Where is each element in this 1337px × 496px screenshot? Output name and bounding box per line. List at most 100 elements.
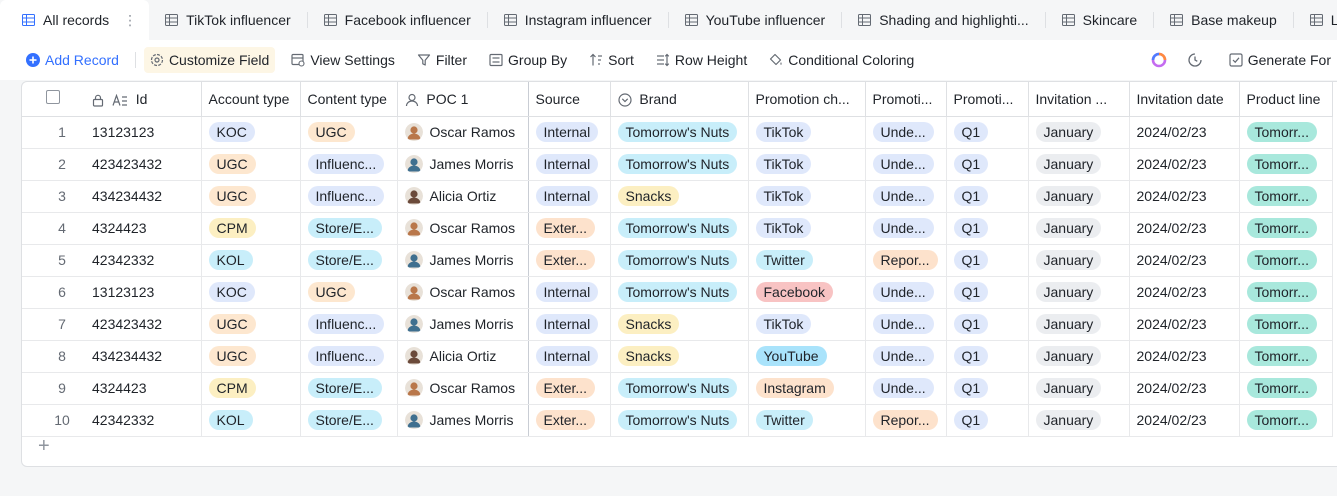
id-cell[interactable]: 423423432 [85, 148, 202, 181]
add-record-button[interactable]: Add Record [26, 47, 125, 73]
promotion-quarter-cell[interactable]: Q1 [946, 116, 1029, 149]
promotion-channel-cell[interactable]: TikTok [748, 116, 866, 149]
promotion-quarter-cell[interactable]: Q1 [946, 180, 1029, 213]
table-row[interactable]: 2 423423432 UGC Influenc... James Morris Inte… [22, 148, 1333, 181]
promotion-status-cell[interactable]: Unde... [865, 276, 947, 309]
source-cell[interactable]: Internal [528, 180, 611, 213]
group-by-button[interactable]: Group By [483, 47, 573, 73]
table-row[interactable]: 4 4324423 CPM Store/E... Oscar Ramos Exter...… [22, 212, 1333, 245]
promotion-channel-cell[interactable]: YouTube [748, 340, 866, 373]
tab-base-makeup[interactable]: Base makeup [1154, 0, 1293, 40]
brand-cell[interactable]: Tomorrow's Nuts [610, 116, 749, 149]
invitation-date-cell[interactable]: 2024/02/23 [1129, 116, 1240, 149]
customize-field-button[interactable]: Customize Field [143, 47, 276, 73]
table-row[interactable]: 9 4324423 CPM Store/E... Oscar Ramos Exter...… [22, 372, 1333, 405]
content-type-cell[interactable]: Store/E... [300, 212, 398, 245]
poc-cell[interactable]: Oscar Ramos [397, 116, 529, 149]
more-options-icon[interactable]: ⋮ [123, 12, 137, 29]
tab-all-records[interactable]: All records ⋮ [0, 0, 150, 40]
content-type-cell[interactable]: Store/E... [300, 404, 398, 437]
account-type-cell[interactable]: KOC [201, 116, 301, 149]
product-line-cell[interactable]: Tomorr... [1239, 404, 1333, 437]
promotion-quarter-cell[interactable]: Q1 [946, 148, 1029, 181]
product-line-cell[interactable]: Tomorr... [1239, 276, 1333, 309]
account-type-cell[interactable]: UGC [201, 340, 301, 373]
invitation-date-cell[interactable]: 2024/02/23 [1129, 404, 1240, 437]
generate-form-button[interactable]: Generate For [1223, 47, 1337, 73]
invitation-month-cell[interactable]: January [1028, 180, 1130, 213]
promotion-channel-cell[interactable]: Twitter [748, 404, 866, 437]
promotion-quarter-cell[interactable]: Q1 [946, 244, 1029, 277]
promotion-status-cell[interactable]: Unde... [865, 180, 947, 213]
brand-cell[interactable]: Snacks [610, 180, 749, 213]
content-type-cell[interactable]: UGC [300, 276, 398, 309]
id-cell[interactable]: 4324423 [85, 372, 202, 405]
source-cell[interactable]: Exter... [528, 212, 611, 245]
promotion-status-cell[interactable]: Unde... [865, 116, 947, 149]
poc-cell[interactable]: Oscar Ramos [397, 276, 529, 309]
invitation-date-cell[interactable]: 2024/02/23 [1129, 212, 1240, 245]
content-type-cell[interactable]: UGC [300, 116, 398, 149]
table-row[interactable]: 1 13123123 KOC UGC Oscar Ramos Internal Tomorr… [22, 116, 1333, 149]
column-header-product-line[interactable]: Product line [1239, 82, 1333, 117]
promotion-status-cell[interactable]: Unde... [865, 372, 947, 405]
invitation-month-cell[interactable]: January [1028, 404, 1130, 437]
content-type-cell[interactable]: Influenc... [300, 340, 398, 373]
invitation-month-cell[interactable]: January [1028, 148, 1130, 181]
promotion-status-cell[interactable]: Unde... [865, 212, 947, 245]
promotion-quarter-cell[interactable]: Q1 [946, 276, 1029, 309]
tab-shading-highlighting[interactable]: Shading and highlighti... [842, 0, 1044, 40]
promotion-status-cell[interactable]: Unde... [865, 308, 947, 341]
id-cell[interactable]: 4324423 [85, 212, 202, 245]
content-type-cell[interactable]: Store/E... [300, 372, 398, 405]
invitation-month-cell[interactable]: January [1028, 340, 1130, 373]
poc-cell[interactable]: James Morris [397, 404, 529, 437]
poc-cell[interactable]: James Morris [397, 148, 529, 181]
table-row[interactable]: 7 423423432 UGC Influenc... James Morris Inte… [22, 308, 1333, 341]
column-header-promotion-status[interactable]: Promoti... [865, 82, 947, 117]
column-header-poc-1[interactable]: POC 1 [397, 82, 529, 117]
account-type-cell[interactable]: UGC [201, 148, 301, 181]
id-cell[interactable]: 423423432 [85, 308, 202, 341]
promotion-quarter-cell[interactable]: Q1 [946, 404, 1029, 437]
account-type-cell[interactable]: CPM [201, 212, 301, 245]
product-line-cell[interactable]: Tomorr... [1239, 148, 1333, 181]
table-row[interactable]: 10 42342332 KOL Store/E... James Morris Exter… [22, 404, 1333, 437]
column-header-source[interactable]: Source [528, 82, 611, 117]
table-row[interactable]: 5 42342332 KOL Store/E... James Morris Exter.… [22, 244, 1333, 277]
product-line-cell[interactable]: Tomorr... [1239, 180, 1333, 213]
account-type-cell[interactable]: KOC [201, 276, 301, 309]
product-line-cell[interactable]: Tomorr... [1239, 244, 1333, 277]
id-cell[interactable]: 42342332 [85, 404, 202, 437]
source-cell[interactable]: Internal [528, 148, 611, 181]
brand-cell[interactable]: Snacks [610, 340, 749, 373]
id-cell[interactable]: 434234432 [85, 340, 202, 373]
promotion-status-cell[interactable]: Unde... [865, 340, 947, 373]
column-header-invitation-month[interactable]: Invitation ... [1028, 82, 1130, 117]
source-cell[interactable]: Exter... [528, 404, 611, 437]
table-row[interactable]: 3 434234432 UGC Influenc... Alicia Ortiz Inte… [22, 180, 1333, 213]
promotion-quarter-cell[interactable]: Q1 [946, 308, 1029, 341]
brand-cell[interactable]: Tomorrow's Nuts [610, 244, 749, 277]
tab-skincare[interactable]: Skincare [1046, 0, 1153, 40]
product-line-cell[interactable]: Tomorr... [1239, 308, 1333, 341]
source-cell[interactable]: Internal [528, 116, 611, 149]
brand-cell[interactable]: Tomorrow's Nuts [610, 148, 749, 181]
account-type-cell[interactable]: CPM [201, 372, 301, 405]
table-row[interactable]: 6 13123123 KOC UGC Oscar Ramos Internal Tomorr… [22, 276, 1333, 309]
content-type-cell[interactable]: Store/E... [300, 244, 398, 277]
poc-cell[interactable]: Alicia Ortiz [397, 180, 529, 213]
promotion-status-cell[interactable]: Unde... [865, 148, 947, 181]
column-header-invitation-date[interactable]: Invitation date [1129, 82, 1240, 117]
column-header-id[interactable]: Id [85, 82, 202, 117]
id-cell[interactable]: 13123123 [85, 276, 202, 309]
content-type-cell[interactable]: Influenc... [300, 148, 398, 181]
invitation-month-cell[interactable]: January [1028, 116, 1130, 149]
invitation-date-cell[interactable]: 2024/02/23 [1129, 276, 1240, 309]
view-settings-button[interactable]: View Settings [285, 47, 401, 73]
promotion-channel-cell[interactable]: Facebook [748, 276, 866, 309]
promotion-quarter-cell[interactable]: Q1 [946, 212, 1029, 245]
select-all-checkbox[interactable] [46, 90, 60, 105]
account-type-cell[interactable]: KOL [201, 244, 301, 277]
ai-assistant-icon[interactable] [1151, 52, 1167, 68]
